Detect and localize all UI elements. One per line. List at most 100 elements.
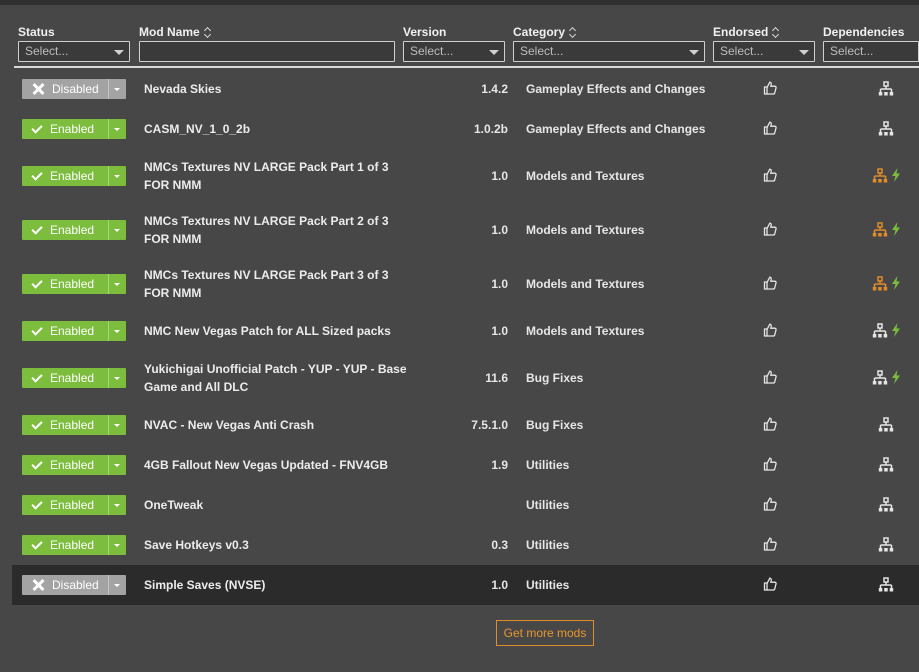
status-toggle-button[interactable]: Disabled [22,79,126,99]
mod-name-line: Game and All DLC [144,380,249,394]
check-icon [31,537,43,550]
check-icon [31,457,43,470]
status-dropdown-chevron-down-icon[interactable] [108,415,126,435]
mod-name: NMC New Vegas Patch for ALL Sized packs [144,322,409,340]
lightning-bolt-icon [891,276,901,290]
table-row[interactable]: Disabled Simple Saves (NVSE) 1.0 Utilities [12,565,919,605]
thumbs-up-icon[interactable] [763,222,777,236]
status-label: Enabled [50,277,95,291]
thumbs-up-icon[interactable] [763,370,777,384]
mod-version: 11.6 [485,371,508,385]
status-dropdown-chevron-down-icon[interactable] [108,274,126,294]
dependencies-icon[interactable] [872,370,888,386]
status-filter-select[interactable]: Select... [18,41,130,62]
status-dropdown-chevron-down-icon[interactable] [108,535,126,555]
status-toggle-button[interactable]: Enabled [22,495,126,515]
sort-icon[interactable] [204,26,212,38]
get-more-mods-button[interactable]: Get more mods [496,620,594,646]
dependencies-icon[interactable] [872,222,888,238]
dependencies-filter-select[interactable]: Select... [823,41,919,62]
status-dropdown-chevron-down-icon[interactable] [108,455,126,475]
mod-name-line: OneTweak [144,498,204,512]
table-row[interactable]: Enabled NMC New Vegas Patch for ALL Sized… [12,311,919,351]
mod-name-filter-input[interactable] [139,41,395,62]
enable-button[interactable]: Enabled [22,321,108,341]
sort-icon[interactable] [569,26,577,38]
enable-button[interactable]: Enabled [22,455,108,475]
status-toggle-button[interactable]: Enabled [22,274,126,294]
dependencies-icon[interactable] [872,168,888,184]
dependencies-icon[interactable] [878,81,894,97]
enable-button[interactable]: Enabled [22,368,108,388]
dependencies-icon[interactable] [872,323,888,339]
thumbs-up-icon[interactable] [763,497,777,511]
thumbs-up-icon[interactable] [763,276,777,290]
table-row[interactable]: Enabled NVAC - New Vegas Anti Crash 7.5.1.… [12,405,919,445]
enable-button[interactable]: Enabled [22,166,108,186]
mod-version: 1.0 [491,578,508,592]
thumbs-up-icon[interactable] [763,168,777,182]
dependencies-icon[interactable] [878,417,894,433]
disable-button[interactable]: Disabled [22,79,108,99]
enable-button[interactable]: Enabled [22,495,108,515]
thumbs-up-icon[interactable] [763,537,777,551]
table-row[interactable]: Disabled Nevada Skies 1.4.2 Gameplay Effect… [12,69,919,109]
table-row[interactable]: Enabled NMCs Textures NV LARGE Pack Part … [12,149,919,203]
status-dropdown-chevron-down-icon[interactable] [108,166,126,186]
sort-icon[interactable] [772,26,780,38]
status-dropdown-chevron-down-icon[interactable] [108,220,126,240]
dependencies-icon[interactable] [878,121,894,137]
thumbs-up-icon[interactable] [763,417,777,431]
status-toggle-button[interactable]: Enabled [22,166,126,186]
status-dropdown-chevron-down-icon[interactable] [108,495,126,515]
column-header-mod-name[interactable]: Mod Name [139,24,212,40]
column-header-endorsed[interactable]: Endorsed [713,24,780,40]
table-row[interactable]: Enabled NMCs Textures NV LARGE Pack Part … [12,257,919,311]
dependencies-icon[interactable] [878,457,894,473]
enable-button[interactable]: Enabled [22,415,108,435]
enable-button[interactable]: Enabled [22,119,108,139]
status-toggle-button[interactable]: Disabled [22,575,126,595]
enable-button[interactable]: Enabled [22,274,108,294]
status-toggle-button[interactable]: Enabled [22,535,126,555]
table-row[interactable]: Enabled CASM_NV_1_0_2b 1.0.2b Gameplay Effe… [12,109,919,149]
status-dropdown-chevron-down-icon[interactable] [108,368,126,388]
thumbs-up-icon[interactable] [763,81,777,95]
enable-button[interactable]: Enabled [22,535,108,555]
enable-button[interactable]: Enabled [22,220,108,240]
version-filter-select[interactable]: Select... [403,41,505,62]
dependencies-icon[interactable] [872,276,888,292]
disable-button[interactable]: Disabled [22,575,108,595]
table-row[interactable]: Enabled Save Hotkeys v0.3 0.3 Utilities [12,525,919,565]
status-dropdown-chevron-down-icon[interactable] [108,321,126,341]
mod-version: 1.0.2b [473,122,508,136]
status-dropdown-chevron-down-icon[interactable] [108,79,126,99]
dependencies-icon[interactable] [878,497,894,513]
mod-name-line: CASM_NV_1_0_2b [144,122,251,136]
dependencies-icon[interactable] [878,537,894,553]
table-row[interactable]: Enabled NMCs Textures NV LARGE Pack Part … [12,203,919,257]
status-dropdown-chevron-down-icon[interactable] [108,119,126,139]
status-toggle-button[interactable]: Enabled [22,119,126,139]
endorsed-filter-select[interactable]: Select... [713,41,815,62]
thumbs-up-icon[interactable] [763,121,777,135]
table-row[interactable]: Enabled 4GB Fallout New Vegas Updated - F… [12,445,919,485]
status-toggle-button[interactable]: Enabled [22,220,126,240]
thumbs-up-icon[interactable] [763,457,777,471]
mod-name-line: FOR NMM [144,178,202,192]
table-row[interactable]: Enabled Yukichigai Unofficial Patch - YUP… [12,351,919,405]
status-toggle-button[interactable]: Enabled [22,321,126,341]
status-toggle-button[interactable]: Enabled [22,415,126,435]
mod-category: Models and Textures [526,324,645,338]
status-toggle-button[interactable]: Enabled [22,368,126,388]
dependencies-icon[interactable] [878,577,894,593]
mod-version: 1.0 [491,324,508,338]
category-filter-select[interactable]: Select... [513,41,705,62]
thumbs-up-icon[interactable] [763,577,777,591]
status-label: Enabled [50,223,95,237]
status-dropdown-chevron-down-icon[interactable] [108,575,126,595]
column-header-category[interactable]: Category [513,24,577,40]
status-toggle-button[interactable]: Enabled [22,455,126,475]
table-row[interactable]: Enabled OneTweak Utilities [12,485,919,525]
thumbs-up-icon[interactable] [763,323,777,337]
